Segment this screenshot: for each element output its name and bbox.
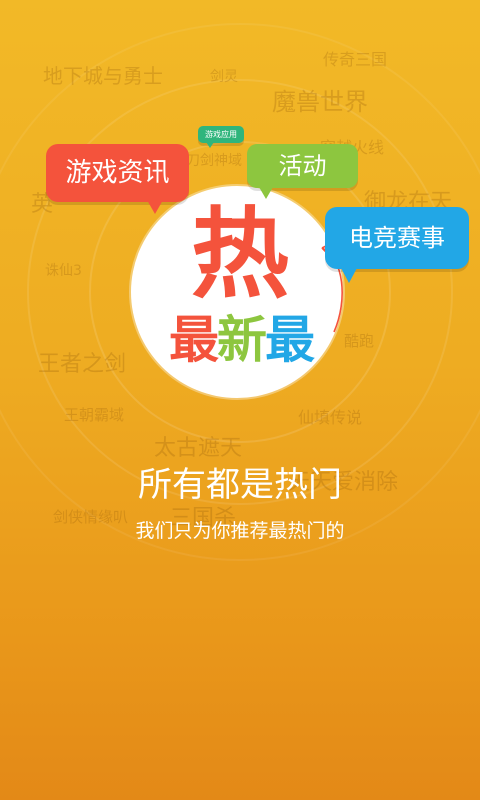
subline: 我们只为你推荐最热门的 [135, 520, 345, 542]
bg-word-wangchao: 王朝霸域 [64, 406, 125, 424]
bg-word-jianling: 剑灵 [210, 69, 238, 85]
splash-screen: 地下城与勇士 剑灵 传奇三国 魔兽世界 穿越火线 刀剑神域 御龙在天 英 诛仙3… [0, 0, 480, 800]
background-rings [0, 23, 480, 561]
bg-word-wow: 魔兽世界 [272, 88, 368, 116]
logo-hot-character: 热 [190, 198, 289, 312]
bg-word-chuanqi: 传奇三国 [323, 50, 388, 69]
bg-word-sao: 刀剑神域 [186, 153, 242, 169]
logo-newest-char-2: 新 [217, 311, 267, 369]
esports-bubble: 电竞赛事 [325, 207, 469, 283]
bg-word-dnf: 地下城与勇士 [43, 64, 163, 88]
headline: 所有都是热门 [138, 465, 342, 505]
logo-newest-text: 最新最 [156, 308, 326, 372]
game-news-bubble: 游戏资讯 [46, 144, 189, 214]
game-app-bubble: 游戏应用 [198, 126, 244, 148]
bg-word-xianjian: 仙填传说 [298, 408, 363, 427]
activity-bubble: 活动 [247, 144, 358, 199]
bg-word-zhuxian: 诛仙3 [45, 263, 82, 279]
bg-word-taigu: 太古遮天 [154, 436, 243, 461]
logo-newest-char-3: 最 [265, 311, 315, 369]
logo-newest-char-1: 最 [169, 311, 219, 369]
bg-word-wangzhe: 王者之剑 [38, 352, 127, 377]
